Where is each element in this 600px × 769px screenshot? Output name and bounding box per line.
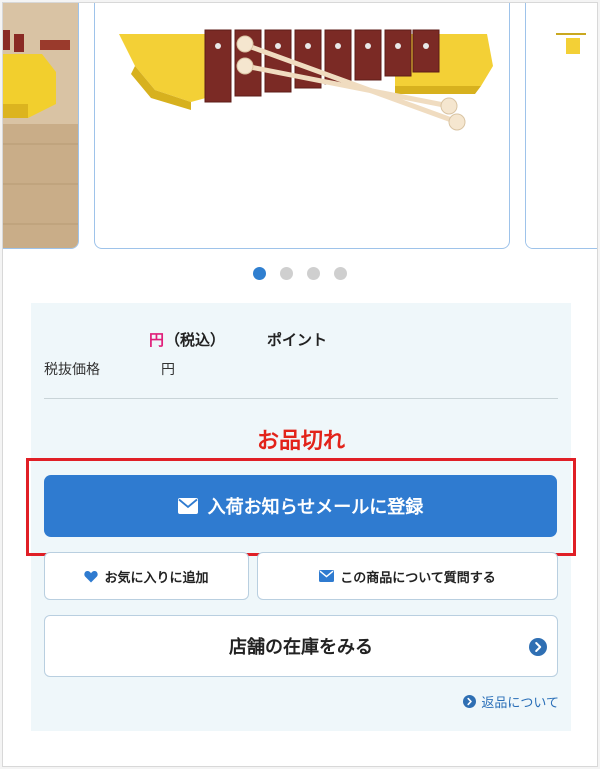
chevron-right-circle-icon: [463, 695, 477, 708]
ask-about-product-button[interactable]: この商品について質問する: [257, 552, 558, 600]
chevron-right-circle-icon: [529, 638, 547, 656]
net-price-currency: 円: [161, 362, 175, 378]
product-image-next: [526, 3, 597, 248]
xylophone-image: [119, 29, 493, 131]
points-label: ポイント: [267, 331, 328, 349]
carousel-slide-next[interactable]: [525, 3, 597, 249]
carousel-pagination: [3, 267, 597, 280]
purchase-panel: 円 （税込） ポイント 税抜価格 円 お品切れ 入荷お知らせメールに登録 お気に…: [26, 303, 576, 731]
store-stock-button[interactable]: 店舗の在庫をみる: [44, 615, 558, 677]
product-image-previous: [3, 3, 78, 248]
carousel-dot-4[interactable]: [334, 267, 347, 280]
price-row: 円 （税込） ポイント: [31, 329, 571, 353]
returns-policy-link[interactable]: 返品について: [463, 692, 559, 711]
product-page: 円 （税込） ポイント 税抜価格 円 お品切れ 入荷お知らせメールに登録 お気に…: [2, 2, 598, 767]
restock-notify-button[interactable]: 入荷お知らせメールに登録: [44, 475, 557, 537]
restock-notify-label: 入荷お知らせメールに登録: [207, 497, 424, 518]
store-stock-label: 店舗の在庫をみる: [229, 637, 373, 658]
carousel-dot-1[interactable]: [253, 267, 266, 280]
add-to-favorites-label: お気に入りに追加: [104, 570, 209, 586]
carousel-dot-3[interactable]: [307, 267, 320, 280]
mail-icon: [177, 498, 198, 514]
divider: [44, 398, 558, 399]
mail-icon: [319, 570, 335, 582]
product-image-carousel[interactable]: [3, 3, 597, 261]
heart-icon: [84, 570, 99, 582]
net-price-label: 税抜価格: [44, 362, 100, 378]
add-to-favorites-button[interactable]: お気に入りに追加: [44, 552, 249, 600]
ask-about-product-label: この商品について質問する: [340, 570, 496, 586]
net-price-row: 税抜価格 円: [31, 359, 571, 383]
carousel-slide-current[interactable]: [94, 3, 510, 249]
returns-policy-label: 返品について: [481, 696, 559, 711]
price-currency: 円: [149, 331, 165, 349]
carousel-dot-2[interactable]: [280, 267, 293, 280]
price-tax-included: （税込）: [165, 331, 226, 349]
carousel-slide-previous[interactable]: [3, 3, 79, 249]
sold-out-label: お品切れ: [256, 429, 345, 454]
